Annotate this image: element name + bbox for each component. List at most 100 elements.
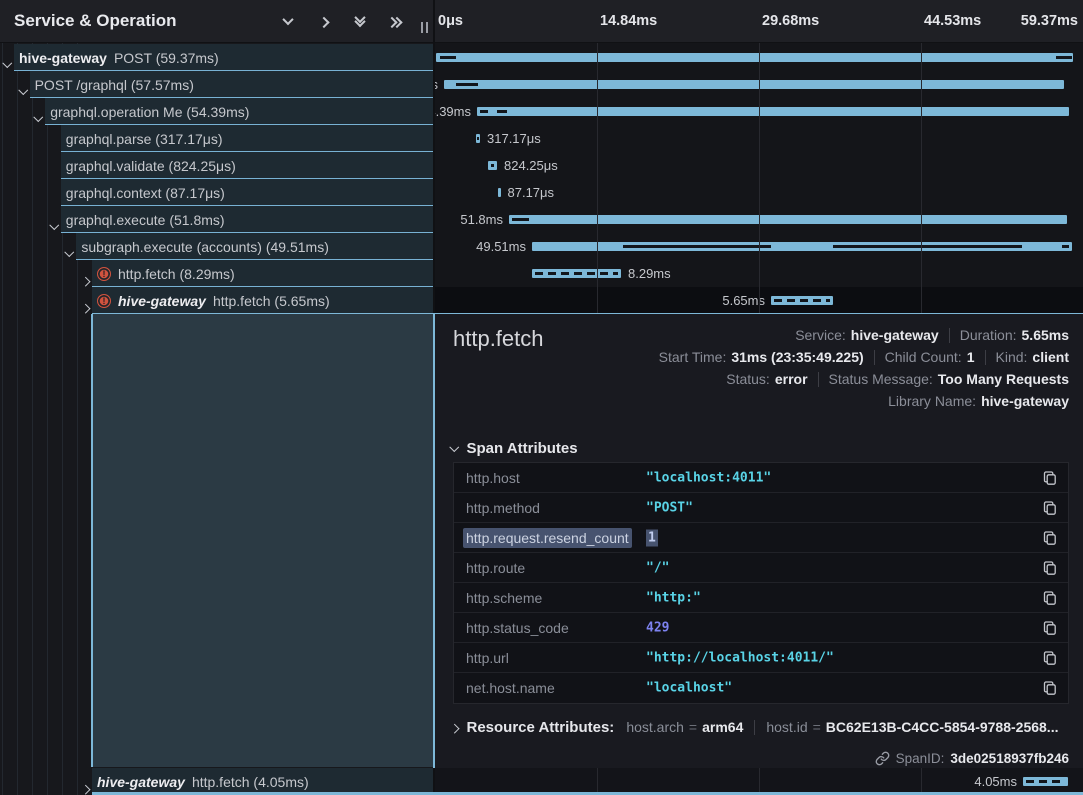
attribute-value[interactable]: "http://localhost:4011/"	[646, 650, 834, 665]
chevron-down-button[interactable]	[279, 12, 297, 30]
tree-row[interactable]: subgraph.execute (accounts) (49.51ms)	[0, 233, 433, 260]
copy-button[interactable]	[1041, 559, 1059, 577]
tree-row[interactable]: hive-gatewayhttp.fetch (4.05ms)	[0, 768, 433, 795]
span-duration-label: 8.29ms	[628, 260, 671, 287]
tree-row-label: graphql.validate (824.25μs)	[66, 152, 236, 179]
child-span-mark	[456, 83, 478, 86]
span-meta-line: Service:hive-gatewayDuration:5.65ms	[659, 324, 1069, 346]
copy-button[interactable]	[1041, 619, 1059, 637]
tree-row-label: graphql.parse (317.17μs)	[66, 125, 223, 152]
tree-row[interactable]: graphql.context (87.17μs)	[0, 179, 433, 206]
panel-divider[interactable]	[433, 313, 435, 768]
tree-row-label: graphql.operation Me (54.39ms)	[50, 98, 249, 125]
attribute-value[interactable]: 429	[646, 620, 669, 635]
chevron-down-icon[interactable]	[66, 243, 73, 261]
resource-key: host.id	[766, 719, 807, 735]
attribute-value[interactable]: "localhost:4011"	[646, 470, 771, 485]
attribute-key[interactable]: http.scheme	[466, 590, 542, 606]
attribute-key[interactable]: http.method	[466, 500, 540, 516]
copy-button[interactable]	[1041, 589, 1059, 607]
span-meta-line: Library Name:hive-gateway	[659, 390, 1069, 412]
double-chevron-right-button[interactable]	[387, 12, 405, 30]
attribute-key[interactable]: http.url	[466, 650, 509, 666]
attribute-row[interactable]: http.scheme "http:"	[454, 583, 1068, 613]
tree-row[interactable]: graphql.operation Me (54.39ms)	[0, 98, 433, 125]
chevron-right-icon[interactable]	[82, 270, 89, 288]
attribute-value[interactable]: 1	[646, 529, 658, 546]
resource-attributes-row[interactable]: Resource Attributes: host.arch=arm64host…	[451, 714, 1058, 740]
attribute-value[interactable]: "/"	[646, 560, 669, 575]
span-bar-segments	[1026, 780, 1065, 783]
span-attributes-header[interactable]: Span Attributes	[451, 438, 578, 458]
child-span-mark	[623, 245, 771, 248]
tree-row[interactable]: !hive-gatewayhttp.fetch (5.65ms)	[0, 287, 433, 314]
attribute-row[interactable]: http.url "http://localhost:4011/"	[454, 643, 1068, 673]
attribute-key[interactable]: http.status_code	[466, 620, 569, 636]
attribute-key[interactable]: http.request.resend_count	[463, 528, 632, 548]
attribute-value[interactable]: "localhost"	[646, 681, 732, 696]
tree-row[interactable]: graphql.execute (51.8ms)	[0, 206, 433, 233]
attribute-row[interactable]: http.host "localhost:4011"	[454, 463, 1068, 493]
resource-value: arm64	[702, 719, 743, 735]
tree-row[interactable]: graphql.parse (317.17μs)	[0, 125, 433, 152]
copy-button[interactable]	[1041, 469, 1059, 487]
span-bar[interactable]	[477, 107, 1069, 116]
copy-button[interactable]	[1041, 649, 1059, 667]
resize-grip[interactable]	[421, 22, 428, 33]
chevron-down-icon[interactable]	[51, 216, 58, 234]
child-span-mark	[512, 218, 529, 221]
chevron-down-icon[interactable]	[20, 81, 27, 99]
chevron-down-icon[interactable]	[4, 54, 11, 72]
span-bar[interactable]	[771, 296, 833, 305]
chevron-down-icon	[282, 14, 293, 25]
double-chevron-down-button[interactable]	[351, 12, 369, 30]
tree-row[interactable]: !http.fetch (8.29ms)	[0, 260, 433, 287]
span-bar[interactable]	[532, 269, 621, 278]
trace-viewer: Service & Operation hive-gatewayPOST (59…	[0, 0, 1083, 795]
chevron-right-icon[interactable]	[82, 297, 89, 315]
attribute-key[interactable]: net.host.name	[466, 680, 555, 696]
tree-row[interactable]: graphql.validate (824.25μs)	[0, 152, 433, 179]
span-bar-segments	[535, 272, 618, 275]
span-detail-panel: http.fetch Service:hive-gatewayDuration:…	[435, 314, 1083, 768]
child-span-mark	[440, 56, 456, 59]
attribute-row[interactable]: net.host.name "localhost"	[454, 673, 1068, 703]
attribute-value[interactable]: "http:"	[646, 590, 701, 605]
tree-row[interactable]: POST /graphql (57.57ms)	[0, 71, 433, 98]
attribute-row[interactable]: http.request.resend_count 1	[454, 523, 1068, 553]
resource-attributes-values: host.arch=arm64host.id=BC62E13B-C4CC-585…	[626, 719, 1058, 736]
copy-icon	[1042, 620, 1058, 636]
attribute-row[interactable]: http.method "POST"	[454, 493, 1068, 523]
tree-row[interactable]: hive-gatewayPOST (59.37ms)	[0, 44, 433, 71]
attribute-key[interactable]: http.host	[466, 470, 520, 486]
tree-row-label: !hive-gatewayhttp.fetch (5.65ms)	[97, 287, 330, 314]
span-bar[interactable]	[444, 80, 1064, 89]
copy-button[interactable]	[1041, 529, 1059, 547]
meta-value: hive-gateway	[851, 327, 939, 343]
tree-header: Service & Operation	[0, 0, 433, 43]
span-bar[interactable]	[1023, 777, 1068, 786]
attribute-value[interactable]: "POST"	[646, 500, 693, 515]
attribute-row[interactable]: http.route "/"	[454, 553, 1068, 583]
operation-name: graphql.execute (51.8ms)	[66, 212, 225, 228]
attribute-key[interactable]: http.route	[466, 560, 525, 576]
chevron-down-icon[interactable]	[35, 108, 42, 126]
meta-value: 1	[967, 349, 975, 365]
span-bar[interactable]	[436, 53, 1073, 62]
chevron-right-icon[interactable]	[82, 778, 89, 795]
span-bar[interactable]	[498, 188, 501, 197]
copy-button[interactable]	[1041, 679, 1059, 697]
tree-row-label: graphql.context (87.17μs)	[66, 179, 225, 206]
operation-name: graphql.validate (824.25μs)	[66, 158, 236, 174]
resource-equals: =	[689, 719, 697, 735]
tree-row-label: POST /graphql (57.57ms)	[35, 71, 194, 98]
attribute-row[interactable]: http.status_code 429	[454, 613, 1068, 643]
timeline-tick-label: 29.68ms	[762, 0, 819, 42]
copy-button[interactable]	[1041, 499, 1059, 517]
span-bar-segments	[774, 299, 830, 302]
chevron-right-button[interactable]	[315, 12, 333, 30]
span-bar[interactable]	[509, 215, 1067, 224]
operation-name: graphql.parse (317.17μs)	[66, 131, 223, 147]
copy-icon	[1042, 500, 1058, 516]
timeline-tick-label: 59.37ms	[1021, 0, 1078, 42]
